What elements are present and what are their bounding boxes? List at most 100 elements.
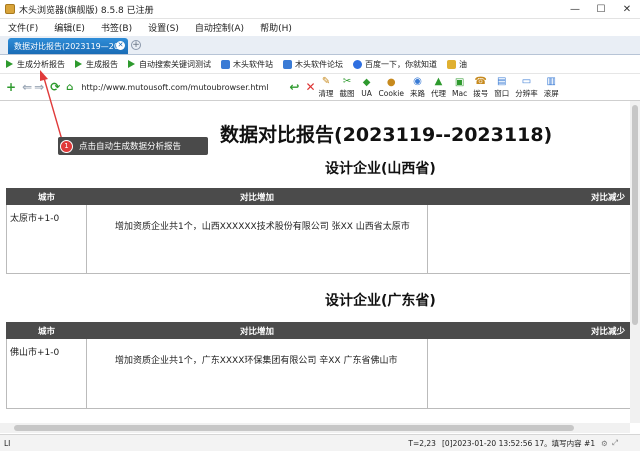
horizontal-scrollbar[interactable] — [0, 423, 630, 433]
menu-edit[interactable]: 编辑(E) — [46, 21, 93, 34]
refresh-icon[interactable]: ⟳ — [50, 80, 60, 94]
status-position: T=2,23 — [408, 439, 436, 448]
city-cell: 太原市+1-0 — [7, 205, 87, 274]
tool-clean[interactable]: ✎清理 — [319, 76, 334, 99]
app-logo-icon — [5, 4, 15, 14]
added-text: 增加资质企业共1个，广东XXXX环保集团有限公司 辛XX 广东省佛山市 — [87, 339, 427, 370]
tab-close-icon[interactable]: ✕ — [116, 41, 125, 50]
referer-icon: ◉ — [412, 76, 424, 87]
window-title: 木头浏览器(旗舰版) 8.5.8 已注册 — [19, 3, 154, 16]
cookie-icon: ● — [385, 77, 397, 88]
back-arrow-icon[interactable]: ⇐ — [22, 80, 32, 94]
removed-cell — [428, 339, 640, 409]
tool-ua[interactable]: ◆UA — [361, 77, 373, 98]
scroll-thumb[interactable] — [14, 425, 574, 431]
ua-icon: ◆ — [361, 77, 373, 88]
title-bar: 木头浏览器(旗舰版) 8.5.8 已注册 — ☐ ✕ — [0, 0, 640, 19]
tab-label: 数据对比报告(2023119—202 — [14, 41, 124, 52]
link-label: 木头软件论坛 — [295, 59, 343, 70]
maximize-button[interactable]: ☐ — [588, 0, 614, 18]
added-text: 增加资质企业共1个，山西XXXXXX技术股份有限公司 张XX 山西省太原市 — [87, 205, 427, 236]
address-bar[interactable]: http://www.mutousoft.com/mutoubrowser.ht… — [81, 83, 285, 92]
button-label: 生成分析报告 — [17, 59, 65, 70]
status-settings-icon[interactable]: ⚙ — [601, 439, 608, 448]
monitor-icon: ▭ — [520, 76, 532, 87]
tool-referer[interactable]: ◉来路 — [410, 76, 425, 99]
status-left: LI — [4, 439, 10, 448]
window-icon: ▤ — [496, 76, 508, 87]
added-cell: 增加资质企业共1个，广东XXXX环保集团有限公司 辛XX 广东省佛山市 — [87, 339, 428, 409]
menu-automation[interactable]: 自动控制(A) — [187, 21, 252, 34]
play-icon — [128, 60, 135, 68]
column-header-added: 对比增加 — [87, 189, 428, 205]
stop-icon[interactable]: ✕ — [305, 80, 315, 94]
generate-analysis-report-button[interactable]: 生成分析报告 — [6, 59, 65, 70]
keyword-search-test-button[interactable]: 自动搜索关键词测试 — [128, 59, 211, 70]
tool-mac[interactable]: ▣Mac — [452, 77, 467, 98]
table-row: 佛山市+1-0 增加资质企业共1个，广东XXXX环保集团有限公司 辛XX 广东省… — [7, 339, 640, 409]
go-icon[interactable]: ↩ — [289, 80, 299, 94]
status-fullscreen-icon[interactable]: ⤢ — [612, 438, 618, 448]
oil-link[interactable]: 油 — [447, 59, 467, 70]
button-label: 生成报告 — [86, 59, 118, 70]
quick-toolbar: 生成分析报告 生成报告 自动搜索关键词测试 木头软件站 木头软件论坛 百度一下，… — [0, 55, 640, 74]
baidu-link[interactable]: 百度一下，你就知道 — [353, 59, 437, 70]
tool-scroll[interactable]: ▥滚屏 — [544, 76, 559, 99]
minimize-button[interactable]: — — [562, 0, 588, 18]
column-header-removed: 对比减少 — [428, 189, 640, 205]
menu-bookmarks[interactable]: 书签(B) — [93, 21, 140, 34]
tool-resolution[interactable]: ▭分辨率 — [515, 76, 538, 99]
oil-icon — [447, 60, 456, 69]
report-table: 城市 对比增加 对比减少 佛山市+1-0 增加资质企业共1个，广东XXXX环保集… — [6, 322, 640, 409]
removed-cell — [428, 205, 640, 274]
tool-dialup[interactable]: ☎拨号 — [473, 76, 488, 99]
callout-tooltip: 1 点击自动生成数据分析报告 — [58, 137, 208, 155]
tool-label: 清理 — [319, 88, 334, 99]
column-header-added: 对比增加 — [87, 323, 428, 339]
tool-label: 来路 — [410, 88, 425, 99]
baidu-icon — [353, 60, 362, 69]
table-row: 太原市+1-0 增加资质企业共1个，山西XXXXXX技术股份有限公司 张XX 山… — [7, 205, 640, 274]
column-header-removed: 对比减少 — [428, 323, 640, 339]
column-header-city: 城市 — [7, 323, 87, 339]
navigation-toolbar: + ⇐ ⇒ ⟳ ⌂ http://www.mutousoft.com/mutou… — [0, 74, 640, 101]
close-button[interactable]: ✕ — [614, 0, 640, 18]
report-table: 城市 对比增加 对比减少 太原市+1-0 增加资质企业共1个，山西XXXXXX技… — [6, 188, 640, 274]
mac-icon: ▣ — [454, 77, 466, 88]
menu-file[interactable]: 文件(F) — [0, 21, 46, 34]
tool-screenshot[interactable]: ✂截图 — [340, 76, 355, 99]
section-title: 设计企业(广东省) — [325, 290, 436, 310]
status-info: [0]2023-01-20 13:52:56 17。填写内容 #1 — [442, 438, 595, 449]
home-icon[interactable]: ⌂ — [66, 82, 73, 93]
tool-label: 窗口 — [494, 88, 509, 99]
proxy-icon: ▲ — [433, 76, 445, 87]
play-icon — [6, 60, 13, 68]
tool-proxy[interactable]: ▲代理 — [431, 76, 446, 99]
tab-report[interactable]: 数据对比报告(2023119—202 ✕ — [8, 38, 128, 54]
status-bar: LI T=2,23 [0]2023-01-20 13:52:56 17。填写内容… — [0, 434, 640, 451]
link-label: 百度一下，你就知道 — [365, 59, 437, 70]
generate-report-button[interactable]: 生成报告 — [75, 59, 118, 70]
callout-number: 1 — [60, 140, 73, 153]
link-label: 木头软件站 — [233, 59, 273, 70]
tool-label: 截图 — [340, 88, 355, 99]
mutou-site-link[interactable]: 木头软件站 — [221, 59, 273, 70]
forward-arrow-icon[interactable]: ⇒ — [34, 80, 44, 94]
scroll-icon: ▥ — [545, 76, 557, 87]
wood-icon — [221, 60, 230, 69]
tab-bar: 数据对比报告(2023119—202 ✕ + — [0, 36, 640, 55]
scroll-thumb[interactable] — [632, 105, 638, 325]
menu-help[interactable]: 帮助(H) — [252, 21, 300, 34]
new-tab-icon[interactable]: + — [131, 40, 141, 50]
add-icon[interactable]: + — [6, 80, 16, 94]
menu-settings[interactable]: 设置(S) — [140, 21, 187, 34]
vertical-scrollbar[interactable] — [630, 101, 640, 423]
mutou-forum-link[interactable]: 木头软件论坛 — [283, 59, 343, 70]
tool-window[interactable]: ▤窗口 — [494, 76, 509, 99]
city-cell: 佛山市+1-0 — [7, 339, 87, 409]
tool-cookie[interactable]: ●Cookie — [379, 77, 404, 98]
tool-label: UA — [361, 89, 372, 98]
tool-label: 分辨率 — [515, 88, 538, 99]
button-label: 自动搜索关键词测试 — [139, 59, 211, 70]
tool-label: 滚屏 — [544, 88, 559, 99]
